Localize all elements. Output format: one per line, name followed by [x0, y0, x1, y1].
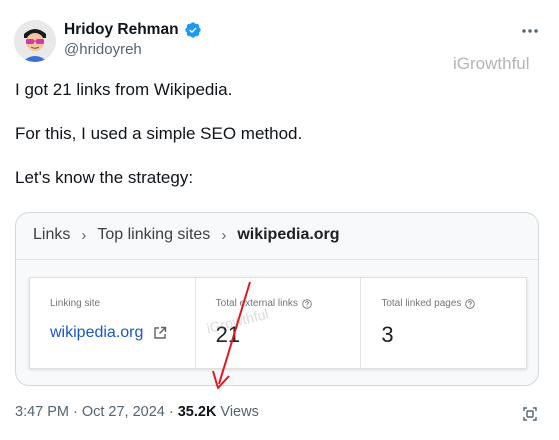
tweet-date[interactable]: Oct 27, 2024 [82, 404, 165, 420]
linking-site-value: wikipedia.org [50, 324, 144, 341]
breadcrumb-item-links: Links [33, 226, 71, 243]
avatar-image [14, 20, 56, 62]
separator-dot: · [73, 404, 78, 420]
tweet-paragraph: For this, I used a simple SEO method. [15, 124, 303, 143]
grok-icon[interactable] [521, 405, 539, 423]
watermark-text: iGrowthful [453, 54, 530, 73]
stat-label: Linking site [50, 298, 101, 309]
author-display-name[interactable]: Hridoy Rehman [64, 21, 179, 39]
stat-linking-site: Linking site wikipedia.org [30, 278, 196, 368]
stat-value: 3 [381, 322, 394, 347]
separator-dot: · [168, 404, 174, 420]
tweet-paragraph: Let's know the strategy: [15, 168, 194, 187]
tweet-time[interactable]: 3:47 PM [15, 404, 69, 420]
tweet-media-image[interactable]: Links › Top linking sites › wikipedia.or… [15, 212, 539, 386]
stat-label-row: Total linked pages [381, 298, 526, 309]
verified-badge-icon [184, 22, 201, 38]
stat-label: Total linked pages [381, 298, 462, 309]
help-circle-icon [302, 298, 312, 309]
stat-link: wikipedia.org [50, 324, 167, 342]
more-dots-icon[interactable] [520, 24, 540, 38]
chevron-right-icon: › [221, 226, 227, 244]
author-handle[interactable]: @hridoyreh [64, 41, 142, 58]
views-count: 35.2K [177, 404, 217, 420]
help-circle-icon [465, 298, 476, 309]
external-link-icon [154, 326, 167, 339]
views-label: Views [220, 404, 259, 420]
breadcrumb: Links › Top linking sites › wikipedia.or… [33, 224, 340, 246]
breadcrumb-item-domain: wikipedia.org [237, 226, 340, 243]
breadcrumb-item-top-linking-sites: Top linking sites [97, 226, 211, 243]
divider [16, 259, 538, 260]
stat-total-linked-pages: Total linked pages 3 [361, 278, 526, 368]
tweet-text: I got 21 links from Wikipedia. For this,… [15, 78, 535, 210]
stat-label-row: Total external links [216, 298, 361, 309]
avatar[interactable] [14, 20, 56, 62]
tweet-meta: 3:47 PM · Oct 27, 2024 · 35.2K Views [15, 404, 259, 420]
author-name-row: Hridoy Rehman [64, 21, 202, 39]
chevron-right-icon: › [81, 226, 87, 244]
stats-card: Linking site wikipedia.org Total externa… [29, 277, 527, 369]
tweet-paragraph: I got 21 links from Wikipedia. [15, 80, 233, 99]
